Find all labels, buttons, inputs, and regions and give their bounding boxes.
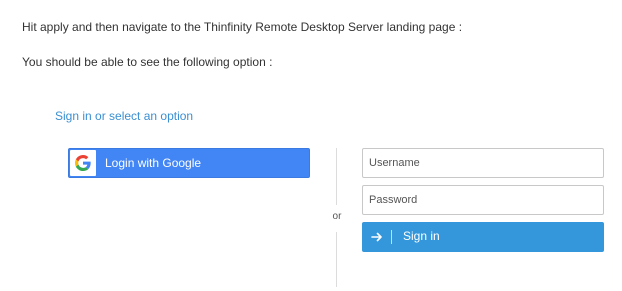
signin-header: Sign in or select an option <box>55 109 194 123</box>
button-separator <box>391 230 392 244</box>
instruction-text-2: You should be able to see the following … <box>22 55 273 69</box>
google-button-label: Login with Google <box>105 156 202 170</box>
password-input[interactable] <box>362 185 604 215</box>
login-with-google-button[interactable]: Login with Google <box>68 148 310 178</box>
divider-or-text: or <box>332 211 342 222</box>
sign-in-button-label: Sign in <box>403 229 440 243</box>
divider-line-bottom <box>336 232 337 287</box>
sign-in-button[interactable]: Sign in <box>362 222 604 252</box>
username-input[interactable] <box>362 148 604 178</box>
arrow-right-icon <box>371 232 382 242</box>
google-g-icon <box>75 155 91 171</box>
divider-line-top <box>336 148 337 205</box>
instruction-text-1: Hit apply and then navigate to the Thinf… <box>22 20 463 34</box>
page: Hit apply and then navigate to the Thinf… <box>0 0 622 291</box>
google-logo-container <box>70 150 96 176</box>
